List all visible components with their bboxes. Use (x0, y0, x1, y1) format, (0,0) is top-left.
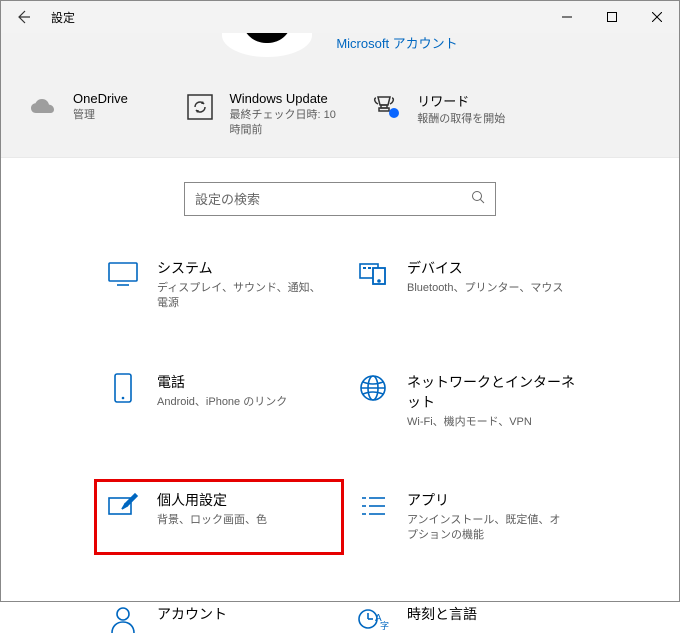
category-title: システム (157, 258, 331, 278)
close-button[interactable] (634, 1, 679, 33)
category-time-language[interactable]: A字 時刻と言語 (349, 598, 589, 642)
update-icon (184, 91, 216, 123)
person-icon (107, 604, 139, 636)
rewards-icon (371, 91, 403, 123)
category-sub: Wi-Fi、機内モード、VPN (407, 415, 581, 430)
tile-title: リワード (417, 91, 505, 110)
category-sub: ディスプレイ、サウンド、通知、電源 (157, 281, 331, 312)
category-accounts[interactable]: アカウント (99, 598, 339, 642)
category-title: 個人用設定 (157, 490, 267, 510)
tile-rewards[interactable]: リワード 報酬の取得を開始 (371, 91, 528, 139)
category-sub: 背景、ロック画面、色 (157, 513, 267, 528)
close-icon (652, 12, 662, 22)
phone-icon (107, 372, 139, 404)
category-sub: アンインストール、既定値、オプションの機能 (407, 513, 567, 544)
tile-title: OneDrive (73, 91, 128, 106)
globe-icon (357, 372, 389, 404)
search-placeholder: 設定の検索 (195, 189, 260, 208)
window-title: 設定 (45, 9, 75, 26)
tile-windows-update[interactable]: Windows Update 最終チェック日時: 10 時間前 (184, 91, 372, 139)
arrow-left-icon (15, 9, 31, 25)
tile-sub: 管理 (73, 108, 128, 123)
categories-grid: システム ディスプレイ、サウンド、通知、電源 デバイス Bluetooth、プリ… (1, 216, 679, 602)
category-title: ネットワークとインターネット (407, 372, 581, 412)
microsoft-account-link[interactable]: Microsoft アカウント (336, 33, 457, 52)
category-title: アカウント (157, 604, 227, 624)
category-devices[interactable]: デバイス Bluetooth、プリンター、マウス (349, 252, 589, 318)
tile-onedrive[interactable]: OneDrive 管理 (27, 91, 184, 139)
minimize-icon (562, 12, 572, 22)
search-input[interactable]: 設定の検索 (184, 182, 496, 216)
svg-text:字: 字 (380, 620, 389, 631)
search-wrap: 設定の検索 (1, 182, 679, 216)
paintbrush-icon (107, 490, 139, 522)
clock-language-icon: A字 (357, 604, 389, 636)
category-system[interactable]: システム ディスプレイ、サウンド、通知、電源 (99, 252, 339, 318)
category-sub: Bluetooth、プリンター、マウス (407, 281, 563, 296)
category-personalization[interactable]: 個人用設定 背景、ロック画面、色 (99, 484, 339, 550)
maximize-icon (607, 12, 617, 22)
devices-icon (357, 258, 389, 290)
tile-title: Windows Update (230, 91, 350, 106)
header: Microsoft アカウント OneDrive 管理 Windows Upda… (1, 33, 679, 158)
titlebar: 設定 (1, 1, 679, 33)
display-icon (107, 258, 139, 290)
category-title: デバイス (407, 258, 563, 278)
category-sub: Android、iPhone のリンク (157, 395, 287, 410)
category-phone[interactable]: 電話 Android、iPhone のリンク (99, 366, 339, 436)
header-tiles: OneDrive 管理 Windows Update 最終チェック日時: 10 … (1, 91, 679, 139)
category-title: 電話 (157, 372, 287, 392)
category-network[interactable]: ネットワークとインターネット Wi-Fi、機内モード、VPN (349, 366, 589, 436)
tile-sub: 報酬の取得を開始 (417, 112, 505, 127)
category-apps[interactable]: アプリ アンインストール、既定値、オプションの機能 (349, 484, 589, 550)
account-row: Microsoft アカウント (1, 33, 679, 63)
category-title: アプリ (407, 490, 567, 510)
maximize-button[interactable] (589, 1, 634, 33)
search-icon (471, 190, 485, 207)
cloud-icon (27, 91, 59, 123)
category-title: 時刻と言語 (407, 604, 477, 624)
tile-sub: 最終チェック日時: 10 時間前 (230, 108, 350, 139)
minimize-button[interactable] (544, 1, 589, 33)
avatar[interactable] (222, 33, 312, 57)
apps-icon (357, 490, 389, 522)
back-button[interactable] (1, 1, 45, 33)
